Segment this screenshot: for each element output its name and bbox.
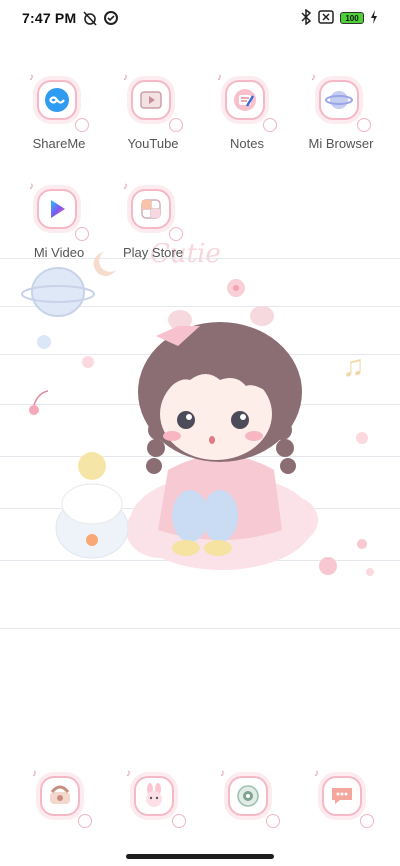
app-play-store[interactable]: ♪ Play Store: [106, 181, 200, 275]
dock-contacts[interactable]: ♪: [126, 768, 186, 828]
battery-icon: 100: [340, 12, 364, 24]
dock-messages[interactable]: ♪: [314, 768, 374, 828]
mi-browser-icon[interactable]: ♪: [311, 72, 371, 132]
dock-camera[interactable]: ♪: [220, 768, 280, 828]
notes-icon[interactable]: ♪: [217, 72, 277, 132]
shareme-icon[interactable]: ♪: [29, 72, 89, 132]
app-mi-video[interactable]: ♪ Mi Video: [12, 181, 106, 275]
app-mi-browser[interactable]: ♪ Mi Browser: [294, 72, 388, 166]
play-store-icon[interactable]: ♪: [123, 181, 183, 241]
app-label: YouTube: [127, 136, 179, 151]
mi-video-icon[interactable]: ♪: [29, 181, 89, 241]
app-shareme[interactable]: ♪ ShareMe: [12, 72, 106, 166]
status-right: 100: [300, 8, 378, 28]
app-label: Play Store: [123, 245, 183, 260]
app-notes[interactable]: ♪ Notes: [200, 72, 294, 166]
status-time: 7:47 PM: [22, 10, 77, 26]
gesture-nav-handle[interactable]: [126, 854, 274, 859]
camera-icon[interactable]: ♪: [220, 768, 280, 828]
phone-icon[interactable]: ♪: [32, 768, 92, 828]
alarm-off-icon: [82, 10, 98, 26]
no-sim-icon: [318, 9, 334, 27]
app-label: Mi Video: [33, 245, 85, 260]
messages-icon[interactable]: ♪: [314, 768, 374, 828]
data-saver-icon: [103, 10, 119, 26]
app-label: Mi Browser: [308, 136, 374, 151]
app-label: Notes: [230, 136, 264, 151]
app-youtube[interactable]: ♪ YouTube: [106, 72, 200, 166]
svg-text:♫: ♫: [342, 350, 365, 383]
bluetooth-icon: [300, 8, 312, 28]
contacts-icon[interactable]: ♪: [126, 768, 186, 828]
youtube-icon[interactable]: ♪: [123, 72, 183, 132]
status-bar: 7:47 PM 100: [0, 0, 400, 36]
app-label: ShareMe: [32, 136, 86, 151]
dock-phone[interactable]: ♪: [32, 768, 92, 828]
charging-icon: [370, 9, 378, 27]
